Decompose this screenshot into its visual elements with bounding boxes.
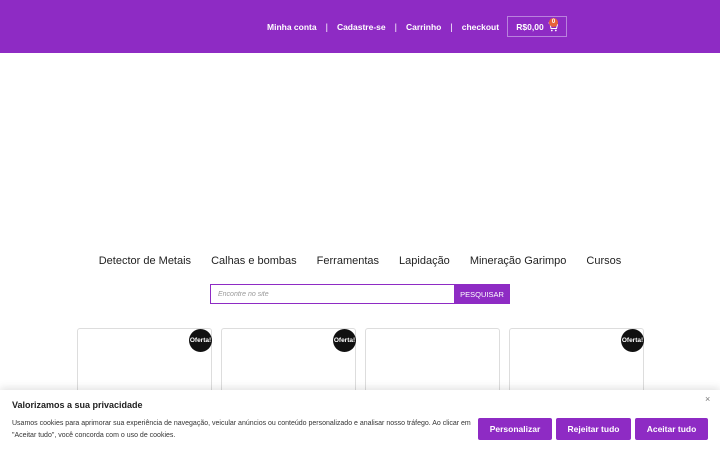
- nav-link-checkout[interactable]: checkout: [453, 22, 508, 32]
- category-link-ferramentas[interactable]: Ferramentas: [307, 255, 389, 267]
- cart-count-badge: 0: [549, 18, 558, 27]
- cart-total: R$0,00: [516, 21, 544, 32]
- cookie-banner-title: Valorizamos a sua privacidade: [12, 400, 143, 410]
- sale-badge: Oferta!: [333, 329, 356, 352]
- nav-link-minha-conta[interactable]: Minha conta: [258, 22, 326, 32]
- top-header-bar: Minha conta | Cadastre-se | Carrinho | c…: [0, 0, 720, 53]
- category-link-detector-de-metais[interactable]: Detector de Metais: [89, 255, 201, 267]
- reject-all-cookies-button[interactable]: Rejeitar tudo: [556, 418, 631, 440]
- search-form: PESQUISAR: [210, 284, 510, 304]
- nav-link-cadastre-se[interactable]: Cadastre-se: [328, 22, 395, 32]
- cookie-banner-text: Usamos cookies para aprimorar sua experi…: [12, 420, 471, 439]
- search-input[interactable]: [210, 284, 454, 304]
- search-button[interactable]: PESQUISAR: [454, 284, 510, 304]
- category-link-mineracao-garimpo[interactable]: Mineração Garimpo: [460, 255, 577, 267]
- sale-badge: Oferta!: [621, 329, 644, 352]
- nav-link-carrinho[interactable]: Carrinho: [397, 22, 450, 32]
- cookie-consent-banner: Valorizamos a sua privacidade Usamos coo…: [0, 390, 720, 450]
- category-link-cursos[interactable]: Cursos: [576, 255, 631, 267]
- category-nav: Detector de Metais Calhas e bombas Ferra…: [0, 255, 720, 267]
- account-nav: Minha conta | Cadastre-se | Carrinho | c…: [258, 0, 508, 53]
- category-link-calhas-e-bombas[interactable]: Calhas e bombas: [201, 255, 307, 267]
- cart-button[interactable]: R$0,00: [507, 16, 567, 37]
- accept-all-cookies-button[interactable]: Aceitar tudo: [635, 418, 708, 440]
- close-icon[interactable]: ×: [705, 394, 710, 404]
- category-link-lapidacao[interactable]: Lapidação: [389, 255, 460, 267]
- sale-badge: Oferta!: [189, 329, 212, 352]
- customize-cookies-button[interactable]: Personalizar: [478, 418, 552, 440]
